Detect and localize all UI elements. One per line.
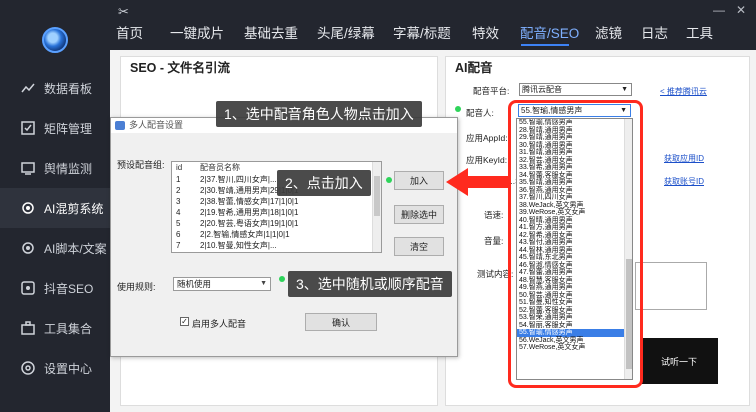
- callout-dot: [455, 106, 461, 112]
- speed-label: 语速:: [484, 210, 504, 220]
- appid-label: 应用AppId:: [466, 133, 508, 143]
- row-id: 4: [176, 208, 181, 217]
- volume-label: 音量:: [484, 236, 504, 246]
- sidebar-item-3[interactable]: AI混剪系统: [0, 188, 110, 228]
- minimize-button[interactable]: —: [713, 3, 725, 17]
- close-button[interactable]: ✕: [736, 3, 746, 17]
- row-id: 6: [176, 230, 181, 239]
- preset-label: 预设配音组:: [117, 160, 165, 170]
- nav-tab-7[interactable]: 滤镜: [595, 22, 622, 42]
- nav-tab-1[interactable]: 一键成片: [170, 22, 224, 42]
- column-id: id: [176, 163, 183, 172]
- gear-icon: [20, 240, 36, 256]
- listen-button[interactable]: 试听一下: [640, 338, 718, 384]
- row-name: 2|10.智曼,知性女声|...: [200, 241, 277, 250]
- nav-tab-9[interactable]: 工具: [686, 22, 713, 42]
- enable-multi-voice-checkbox[interactable]: ✓: [180, 317, 189, 326]
- sidebar-item-label: AI混剪系统: [44, 201, 104, 216]
- sidebar-item-label: 舆情监测: [44, 161, 93, 176]
- callout-step1: 1、选中配音角色人物点击加入: [216, 101, 422, 127]
- platform-select[interactable]: 腾讯云配音 ▼: [519, 83, 632, 96]
- chart-icon: [20, 80, 36, 96]
- checkbox-icon: [20, 120, 36, 136]
- add-button[interactable]: 加入: [394, 171, 444, 190]
- row-name: 2|2.智输,情感女声|1|1|0|1: [200, 230, 290, 239]
- sidebar-item-label: 设置中心: [44, 361, 93, 376]
- confirm-button[interactable]: 确认: [305, 313, 377, 331]
- row-name: 2|38.智蕾,情感女声|17|1|0|1: [200, 197, 299, 206]
- row-id: 2: [176, 186, 181, 195]
- row-name: 2|19.智希,通用男声|18|1|0|1: [200, 208, 299, 217]
- row-id: 5: [176, 219, 181, 228]
- settings-icon: [20, 360, 36, 376]
- table-row[interactable]: 3 2|38.智蕾,情感女声|17|1|0|1: [172, 196, 381, 207]
- table-row[interactable]: 7 2|10.智曼,知性女声|...: [172, 240, 381, 251]
- sidebar-item-label: 矩阵管理: [44, 121, 93, 136]
- nav-tab-0[interactable]: 首页: [116, 22, 143, 42]
- sidebar-item-2[interactable]: 舆情监测: [0, 148, 110, 188]
- chevron-down-icon: ▼: [621, 86, 628, 93]
- nav-tab-3[interactable]: 头尾/绿幕: [317, 22, 375, 42]
- window-icon: [115, 121, 125, 130]
- callout-dot: [279, 276, 285, 282]
- chevron-down-icon: ▼: [260, 280, 267, 287]
- sidebar-item-label: 数据看板: [44, 81, 93, 96]
- red-arrow-icon: [446, 168, 508, 196]
- sidebar-item-7[interactable]: 设置中心: [0, 348, 110, 388]
- platform-label: 配音平台:: [473, 86, 510, 96]
- sidebar-item-5[interactable]: 抖音SEO: [0, 268, 110, 308]
- gear-icon: [20, 200, 36, 216]
- table-row[interactable]: 6 2|2.智输,情感女声|1|1|0|1: [172, 229, 381, 240]
- nav-tab-5[interactable]: 特效: [472, 22, 499, 42]
- scissors-icon: ✂: [118, 4, 129, 19]
- active-tab-underline: [521, 44, 569, 46]
- appkey-label: 应用KeyId:: [466, 155, 508, 165]
- sidebar-item-4[interactable]: AI脚本/文案: [0, 228, 110, 268]
- row-name: 2|20.智芸,粤语女声|19|1|0|1: [200, 219, 299, 228]
- get-app-id-link[interactable]: 获取应用ID: [664, 153, 704, 164]
- list-scrollbar[interactable]: [372, 162, 381, 252]
- delete-selected-button[interactable]: 删除选中: [394, 205, 444, 224]
- table-row[interactable]: 5 2|20.智芸,粤语女声|19|1|0|1: [172, 218, 381, 229]
- sidebar-item-label: AI脚本/文案: [44, 241, 107, 256]
- app-logo: [42, 27, 68, 53]
- test-content-input[interactable]: [635, 262, 707, 310]
- get-account-id-link[interactable]: 获取账号ID: [664, 176, 704, 187]
- highlight-frame: [508, 100, 643, 388]
- recommend-link[interactable]: < 推荐腾讯云: [660, 86, 707, 97]
- seo-icon: [20, 280, 36, 296]
- sidebar-item-label: 抖音SEO: [44, 281, 94, 296]
- callout-dot: [386, 177, 392, 183]
- speaker-label: 配音人:: [466, 108, 494, 118]
- nav-tab-4[interactable]: 字幕/标题: [393, 22, 451, 42]
- rule-select[interactable]: 随机使用 ▼: [173, 277, 271, 291]
- sidebar-item-label: 工具集合: [44, 321, 93, 336]
- monitor-icon: [20, 160, 36, 176]
- briefcase-icon: [20, 320, 36, 336]
- rule-label: 使用规则:: [117, 282, 156, 292]
- nav-tab-6[interactable]: 配音/SEO: [520, 22, 579, 42]
- ai-voice-title: AI配音: [455, 61, 493, 75]
- nav-tab-8[interactable]: 日志: [641, 22, 668, 42]
- row-id: 1: [176, 175, 181, 184]
- table-row[interactable]: 4 2|19.智希,通用男声|18|1|0|1: [172, 207, 381, 218]
- sidebar-item-0[interactable]: 数据看板: [0, 68, 110, 108]
- seo-panel-title: SEO - 文件名引流: [130, 61, 231, 75]
- sidebar-item-6[interactable]: 工具集合: [0, 308, 110, 348]
- callout-step2: 2、点击加入: [277, 170, 371, 196]
- clear-button[interactable]: 清空: [394, 237, 444, 256]
- dialog-title: 多人配音设置: [129, 120, 184, 130]
- row-id: 3: [176, 197, 181, 206]
- callout-step3: 3、选中随机或顺序配音: [288, 271, 452, 297]
- enable-multi-voice-label: 启用多人配音: [192, 319, 247, 329]
- sidebar-item-1[interactable]: 矩阵管理: [0, 108, 110, 148]
- row-id: 7: [176, 241, 181, 250]
- nav-tab-2[interactable]: 基础去重: [244, 22, 298, 42]
